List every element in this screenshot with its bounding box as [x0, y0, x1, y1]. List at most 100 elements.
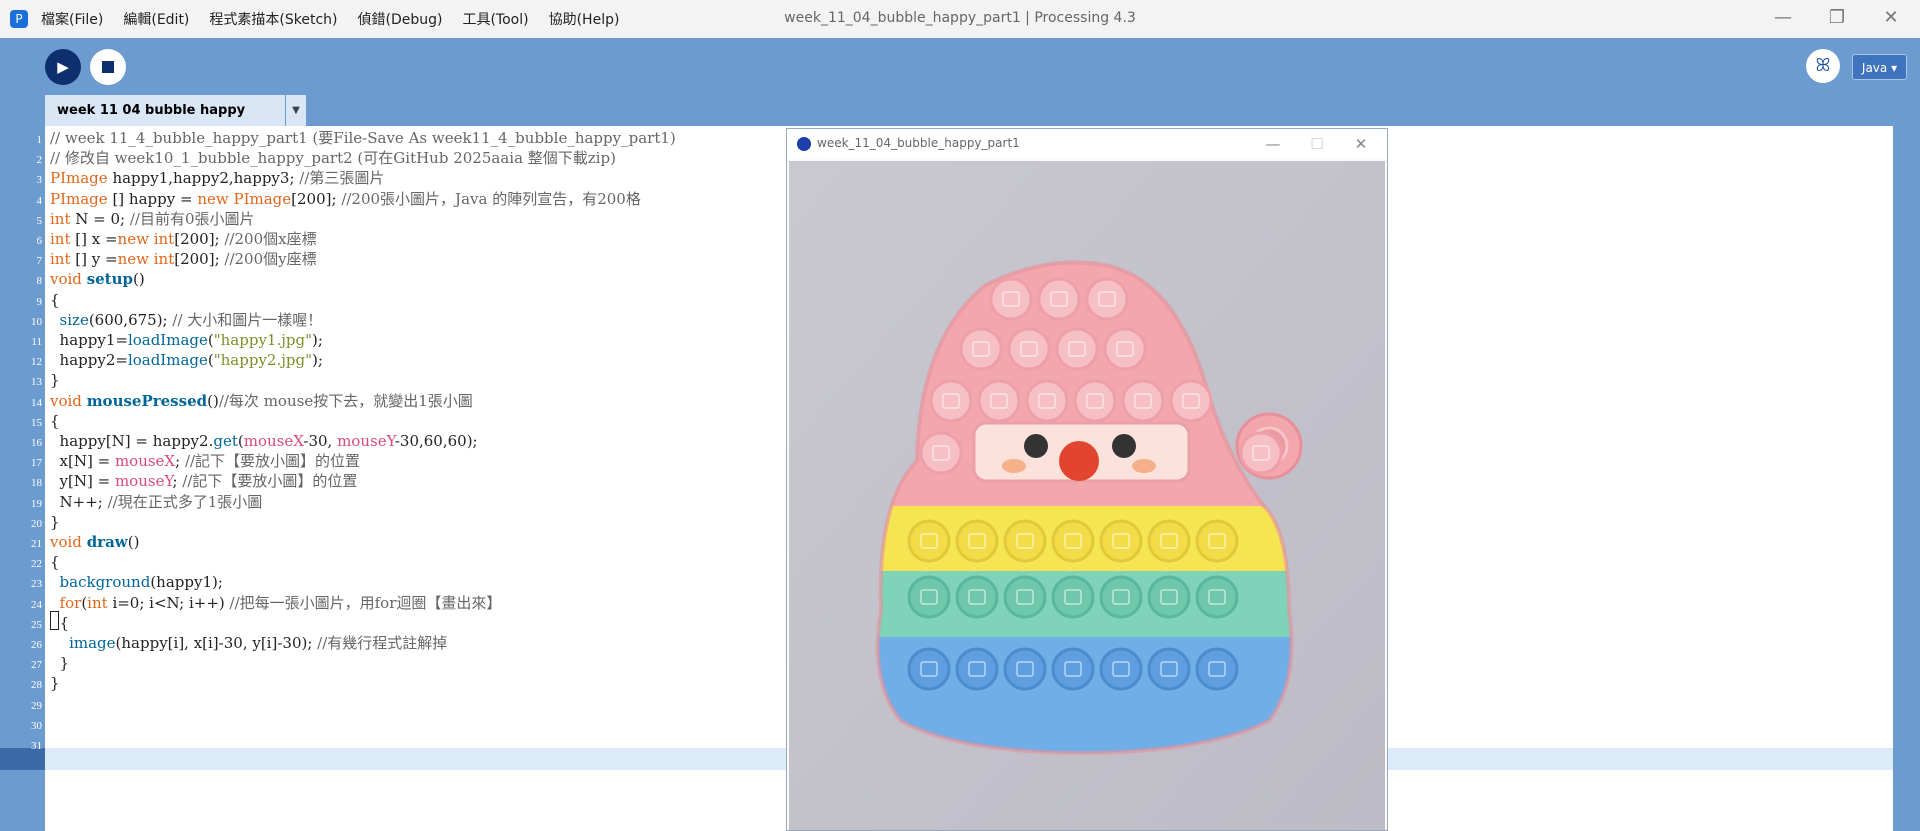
bubble — [1239, 431, 1283, 475]
bubble — [955, 647, 999, 691]
code-line: { — [50, 411, 60, 431]
stop-button[interactable] — [90, 49, 126, 85]
code-line: for(int i=0; i<N; i++) //把每一張小圖片，用for迴圈【… — [50, 593, 502, 613]
code-token: new — [117, 230, 149, 248]
line-number: 22 — [31, 558, 42, 571]
code-line: PImage [] happy = new PImage[200]; //200… — [50, 189, 641, 209]
code-token: [] y = — [70, 250, 118, 269]
bubble — [1073, 379, 1117, 423]
minimize-icon[interactable]: — — [1253, 132, 1293, 156]
code-token: //第三張圖片 — [299, 169, 385, 188]
code-token: [] x = — [70, 230, 118, 248]
bubble — [907, 575, 951, 619]
sketch-window-titlebar[interactable]: week_11_04_bubble_happy_part1 — ☐ ✕ — [787, 129, 1387, 159]
line-number: 26 — [31, 639, 42, 651]
bubble — [1099, 647, 1143, 691]
code-token: "happy2.jpg" — [213, 351, 312, 370]
code-token: happy1= — [50, 331, 128, 349]
code-token: y[N] = — [50, 472, 115, 491]
code-token: background — [59, 573, 151, 592]
line-number: 10 — [31, 315, 42, 328]
bubble — [929, 379, 973, 423]
line-number: 7 — [36, 255, 43, 268]
code-line: x[N] = mouseX; //記下【要放小圖】的位置 — [50, 451, 361, 471]
butterfly-icon: ꕤ — [1815, 55, 1831, 76]
code-token: mousePressed — [86, 391, 208, 410]
line-number: 25 — [31, 618, 42, 631]
code-token: [200]; — [174, 230, 225, 248]
code-token: image — [69, 634, 116, 652]
sketch-canvas[interactable] — [789, 161, 1385, 830]
code-line: happy1=loadImage("happy1.jpg"); — [50, 330, 323, 350]
line-number: 21 — [31, 538, 42, 550]
code-token: //200張小圖片，Java 的陣列宣告，有200格 — [341, 189, 641, 208]
code-line: N++; //現在正式多了1張小圖 — [50, 492, 263, 512]
code-line: image(happy[i], x[i]-30, y[i]-30); //有幾行… — [50, 633, 447, 653]
code-token: void — [50, 533, 82, 551]
code-token: mouseY — [337, 432, 395, 450]
code-token: get — [213, 432, 238, 450]
debug-button[interactable]: ꕤ — [1806, 49, 1840, 83]
line-number: 9 — [36, 295, 43, 308]
restore-icon[interactable]: ❐ — [1814, 0, 1860, 38]
code-token: } — [50, 512, 60, 531]
code-line: } — [50, 653, 70, 673]
bubble — [1147, 647, 1191, 691]
code-token: loadImage — [127, 351, 208, 370]
code-token: happy2= — [50, 351, 128, 370]
sketch-window-title: week_11_04_bubble_happy_part1 — [817, 136, 1020, 150]
code-token: } — [50, 371, 60, 390]
code-token: int — [50, 209, 71, 228]
tab-menu-arrow[interactable]: ▼ — [286, 95, 306, 126]
bubble — [1099, 519, 1143, 563]
code-token: () — [127, 533, 140, 551]
code-token: mouseX — [243, 432, 304, 450]
close-icon[interactable]: ✕ — [1868, 0, 1914, 38]
code-token: //目前有0張小圖片 — [129, 209, 255, 228]
line-number: 27 — [31, 659, 42, 672]
bubble — [1025, 379, 1069, 423]
close-icon[interactable]: ✕ — [1341, 132, 1381, 156]
code-token: for — [59, 593, 82, 612]
line-number: 15 — [31, 416, 42, 429]
code-token: ; — [172, 472, 183, 491]
text-caret — [50, 611, 59, 630]
bubble — [1169, 379, 1213, 423]
code-token: int — [153, 250, 175, 269]
editor-scrollbar[interactable] — [1893, 126, 1920, 831]
line-number: 31 — [31, 740, 42, 752]
minimize-icon[interactable]: — — [1760, 0, 1806, 38]
line-number: 23 — [31, 578, 42, 591]
code-line: void setup() — [50, 269, 145, 289]
code-token: int — [50, 230, 71, 248]
code-token: setup — [86, 270, 133, 289]
code-line: background(happy1); — [50, 572, 223, 592]
code-token: //200個y座標 — [224, 250, 317, 269]
run-button[interactable]: ▶ — [45, 49, 81, 85]
line-number: 2 — [36, 154, 43, 167]
title-bar: P 檔案(File) 編輯(Edit) 程式素描本(Sketch) 偵錯(Deb… — [0, 0, 1920, 38]
line-number: 6 — [36, 235, 43, 247]
sketch-window[interactable]: week_11_04_bubble_happy_part1 — ☐ ✕ — [786, 128, 1388, 831]
code-token: happy1,happy2,happy3; — [107, 169, 300, 188]
bubble — [919, 431, 963, 475]
code-token: int — [87, 593, 108, 612]
code-line: size(600,675); // 大小和圖片一樣喔！ — [50, 310, 323, 330]
code-line: { — [50, 552, 60, 572]
code-token: [] happy = — [107, 189, 198, 208]
bubble — [1055, 327, 1099, 371]
code-token: (600,675); — [88, 310, 173, 329]
code-token: } — [50, 674, 60, 693]
bubble — [1085, 277, 1129, 321]
code-token: //記下【要放小圖】的位置 — [184, 452, 361, 471]
bubble — [1003, 647, 1047, 691]
code-token: // 大小和圖片一樣喔！ — [172, 310, 323, 329]
bubble — [1051, 519, 1095, 563]
mode-selector[interactable]: Java ▾ — [1852, 54, 1907, 80]
tab-sketch[interactable]: week 11 04 bubble happy part1 — [45, 95, 285, 149]
processing-icon — [797, 137, 811, 151]
line-number: 1 — [36, 134, 43, 146]
